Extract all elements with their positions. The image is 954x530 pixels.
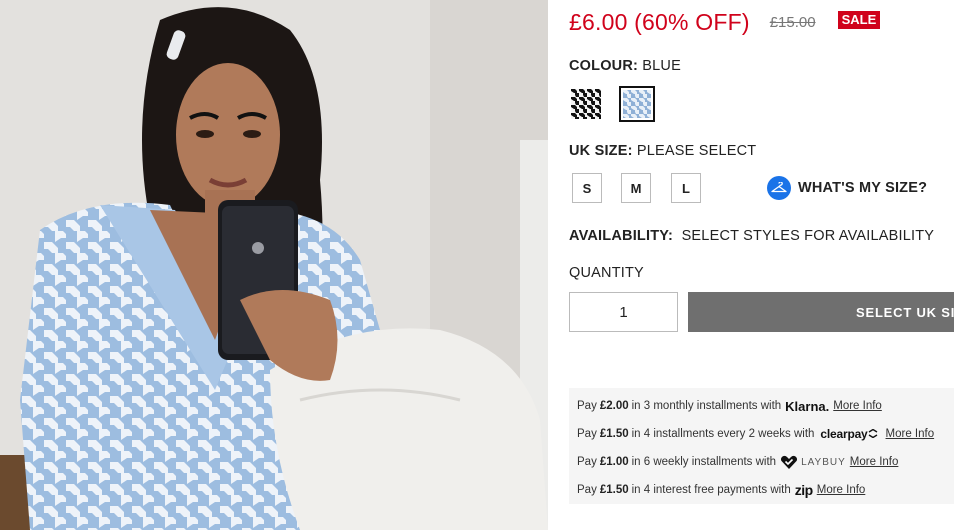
price-row: £6.00 (60% OFF) £15.00 SALE (569, 6, 881, 38)
whats-my-size-label: WHAT'S MY SIZE? (798, 180, 928, 196)
swatch-blue-houndstooth[interactable] (619, 86, 655, 122)
size-option-l[interactable]: L (671, 173, 701, 203)
klarna-more-info-link[interactable]: More Info (833, 400, 882, 412)
colour-row: COLOUR: BLUE (569, 58, 681, 74)
swatch-black-houndstooth[interactable] (571, 89, 601, 119)
laybuy-more-info-link[interactable]: More Info (850, 456, 899, 468)
payment-amount: £1.00 (599, 456, 629, 468)
size-row: UK SIZE: PLEASE SELECT (569, 143, 756, 159)
payment-row-zip: Pay £1.50 in 4 interest free payments wi… (577, 476, 865, 504)
colour-value: BLUE (642, 58, 681, 74)
size-option-m[interactable]: M (621, 173, 651, 203)
payment-row-clearpay: Pay £1.50 in 4 installments every 2 week… (577, 420, 934, 448)
clearpay-logo: clearpay (820, 427, 877, 441)
quantity-input[interactable] (569, 292, 678, 332)
payment-text: in 4 interest free payments with (631, 484, 791, 496)
payment-amount: £1.50 (599, 484, 629, 496)
zip-logo: zip (794, 482, 813, 498)
klarna-logo: Klarna. (785, 398, 830, 414)
quantity-label: QUANTITY (569, 265, 644, 281)
product-details-panel: £6.00 (60% OFF) £15.00 SALE COLOUR: BLUE… (569, 0, 954, 530)
payment-row-klarna: Pay £2.00 in 3 monthly installments with… (577, 392, 882, 420)
whats-my-size-link[interactable]: WHAT'S MY SIZE? (767, 176, 927, 200)
current-price: £6.00 (60% OFF) (569, 8, 750, 35)
product-image (0, 0, 548, 530)
payment-prefix: Pay (577, 484, 597, 496)
clearpay-more-info-link[interactable]: More Info (886, 428, 935, 440)
payment-prefix: Pay (577, 428, 597, 440)
laybuy-logo-text: LAYBUY (801, 456, 846, 468)
hanger-icon (767, 176, 791, 200)
payment-row-laybuy: Pay £1.00 in 6 weekly installments with … (577, 448, 898, 476)
payment-text: in 4 installments every 2 weeks with (631, 428, 815, 440)
payment-amount: £1.50 (599, 428, 629, 440)
availability-row: AVAILABILITY: SELECT STYLES FOR AVAILABI… (569, 228, 934, 244)
availability-value: SELECT STYLES FOR AVAILABILITY (681, 228, 935, 244)
original-price: £15.00 (769, 13, 816, 31)
size-value: PLEASE SELECT (636, 143, 757, 159)
clearpay-logo-text: clearpay (820, 427, 868, 441)
payment-options: Pay £2.00 in 3 monthly installments with… (569, 388, 954, 504)
payment-text: in 3 monthly installments with (631, 400, 782, 412)
payment-prefix: Pay (577, 400, 597, 412)
clearpay-arrows-icon (868, 428, 877, 439)
zip-more-info-link[interactable]: More Info (817, 484, 866, 496)
size-label: UK SIZE: (569, 143, 633, 159)
laybuy-heart-icon (781, 455, 798, 469)
sale-badge: SALE (837, 11, 881, 29)
select-size-button[interactable]: SELECT UK SIZE (688, 292, 954, 332)
payment-text: in 6 weekly installments with (631, 456, 777, 468)
availability-label: AVAILABILITY: (569, 228, 674, 244)
payment-prefix: Pay (577, 456, 597, 468)
colour-label: COLOUR: (569, 58, 639, 74)
size-option-s[interactable]: S (572, 173, 602, 203)
payment-amount: £2.00 (599, 400, 629, 412)
